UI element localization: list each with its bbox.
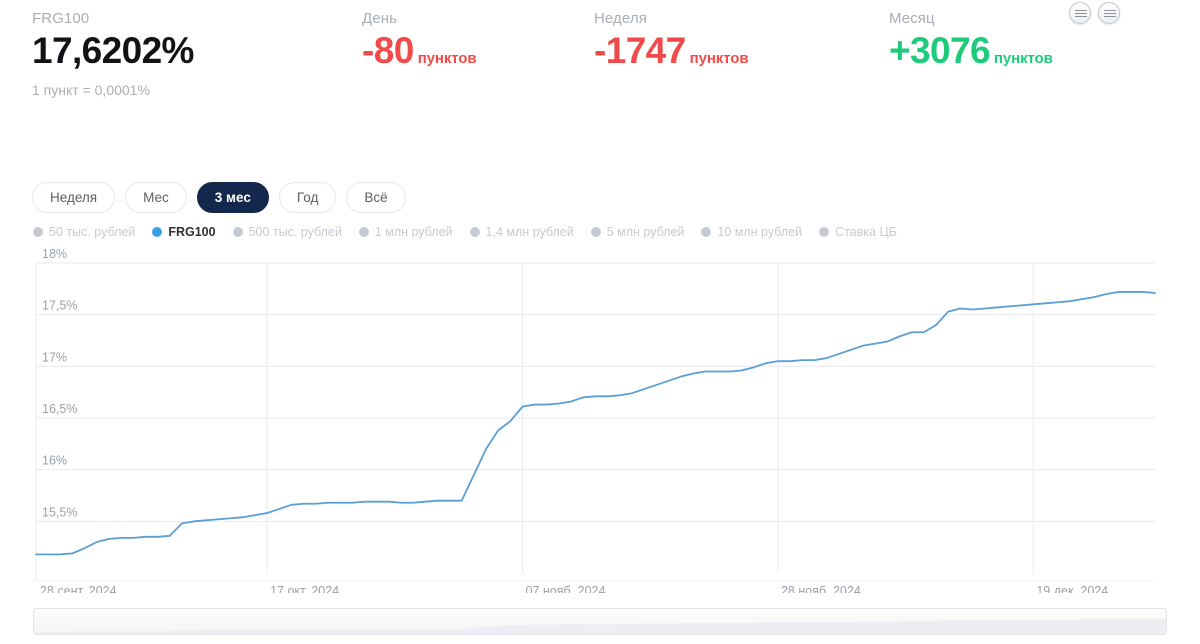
- navigator-preview: [34, 619, 1166, 634]
- period-button-неделя[interactable]: Неделя: [32, 182, 116, 213]
- stat-value-week: -1747 пунктов: [594, 30, 749, 71]
- grip-line-icon: [1104, 10, 1116, 11]
- grip-line-icon: [1075, 10, 1087, 11]
- frg100-index-page: FRG100 17,6202% 1 пункт = 0,0001% День -…: [0, 0, 1200, 644]
- stat-month-change: Месяц +3076 пунктов: [889, 10, 1189, 150]
- stat-value-index: 17,6202%: [32, 30, 194, 71]
- grip-line-icon: [1075, 13, 1087, 14]
- y-axis-label: 15,5%: [42, 505, 77, 519]
- legend-dot-icon: [232, 227, 243, 237]
- chart-container: 18% 17,5% 17% 16,5% 16% 15,5% 28 сент. 2024 17 …: [0, 248, 1200, 593]
- stat-label-week: Неделя: [594, 10, 647, 27]
- legend-item-0[interactable]: 50 тыс. рублей: [33, 225, 135, 239]
- stat-label-index: FRG100: [32, 10, 90, 27]
- navigator-handle-left[interactable]: [1069, 2, 1091, 24]
- y-axis-label: 16%: [42, 454, 67, 468]
- legend-item-label: 50 тыс. рублей: [49, 225, 136, 239]
- period-selector: Неделя Мес 3 мес Год Всё: [32, 182, 406, 213]
- y-axis-label: 17%: [42, 350, 67, 364]
- legend-dot-icon: [33, 227, 43, 237]
- stat-label-month: Месяц: [889, 10, 935, 27]
- legend-item-4[interactable]: 1,4 млн рублей: [469, 225, 574, 239]
- legend-item-7[interactable]: Ставка ЦБ: [819, 225, 897, 239]
- series-legend: 50 тыс. рублей FRG100 500 тыс. рублей 1 млн…: [33, 225, 897, 239]
- stat-point-definition: 1 пункт = 0,0001%: [32, 81, 150, 98]
- grip-line-icon: [1104, 13, 1116, 14]
- y-axis-label: 18%: [42, 248, 67, 261]
- stat-unit-week: пунктов: [689, 50, 749, 67]
- x-axis-label: 17 окт. 2024: [270, 584, 339, 593]
- period-button-мес[interactable]: Мес: [125, 182, 187, 213]
- stats-header: FRG100 17,6202% 1 пункт = 0,0001% День -…: [0, 0, 1200, 150]
- legend-item-1[interactable]: FRG100: [152, 225, 216, 239]
- legend-dot-icon: [819, 227, 830, 237]
- legend-item-5[interactable]: 5 млн рублей: [590, 225, 685, 239]
- x-axis-label: 19 дек. 2024: [1036, 584, 1108, 593]
- period-button-3-мес[interactable]: 3 мес: [196, 182, 269, 213]
- stat-value-month: +3076 пунктов: [889, 30, 1053, 71]
- legend-item-2[interactable]: 500 тыс. рублей: [232, 225, 342, 239]
- stat-unit-day: пунктов: [417, 50, 477, 67]
- x-axis-label: 28 нояб. 2024: [781, 584, 861, 593]
- legend-item-label: 10 млн рублей: [717, 225, 803, 239]
- legend-item-label: 1 млн рублей: [374, 225, 453, 239]
- legend-dot-icon: [469, 227, 480, 237]
- legend-item-label: 1,4 млн рублей: [485, 225, 574, 239]
- frg100-line-chart[interactable]: 18% 17,5% 17% 16,5% 16% 15,5% 28 сент. 2024 17 …: [0, 248, 1200, 593]
- legend-item-6[interactable]: 10 млн рублей: [701, 225, 802, 239]
- legend-dot-icon: [152, 227, 163, 237]
- y-axis-label: 16,5%: [42, 402, 77, 416]
- range-navigator[interactable]: [33, 608, 1167, 635]
- stat-label-day: День: [362, 10, 397, 27]
- stat-week-change: Неделя -1747 пунктов: [594, 10, 889, 150]
- stat-current-value: FRG100 17,6202% 1 пункт = 0,0001%: [32, 10, 362, 150]
- legend-dot-icon: [358, 227, 369, 237]
- legend-dot-icon: [590, 227, 601, 237]
- legend-item-label: 5 млн рублей: [606, 225, 685, 239]
- stat-value-day: -80 пунктов: [362, 30, 477, 71]
- grip-line-icon: [1075, 16, 1087, 17]
- legend-item-3[interactable]: 1 млн рублей: [358, 225, 453, 239]
- legend-item-label: 500 тыс. рублей: [248, 225, 342, 239]
- legend-item-label: Ставка ЦБ: [835, 225, 897, 239]
- y-axis-label: 17,5%: [42, 299, 77, 313]
- legend-dot-icon: [701, 227, 712, 237]
- stat-day-change: День -80 пунктов: [362, 10, 594, 150]
- x-axis-label: 28 сент. 2024: [40, 584, 117, 593]
- legend-item-label: FRG100: [168, 225, 216, 239]
- grip-line-icon: [1104, 16, 1116, 17]
- navigator-area: [34, 619, 1166, 634]
- period-button-год[interactable]: Год: [278, 182, 337, 213]
- series-line-frg100[interactable]: [35, 291, 1156, 556]
- stat-unit-month: пунктов: [993, 50, 1053, 67]
- navigator-handle-right[interactable]: [1098, 2, 1120, 24]
- period-button-всё[interactable]: Всё: [346, 182, 406, 213]
- x-axis-label: 07 нояб. 2024: [526, 584, 606, 593]
